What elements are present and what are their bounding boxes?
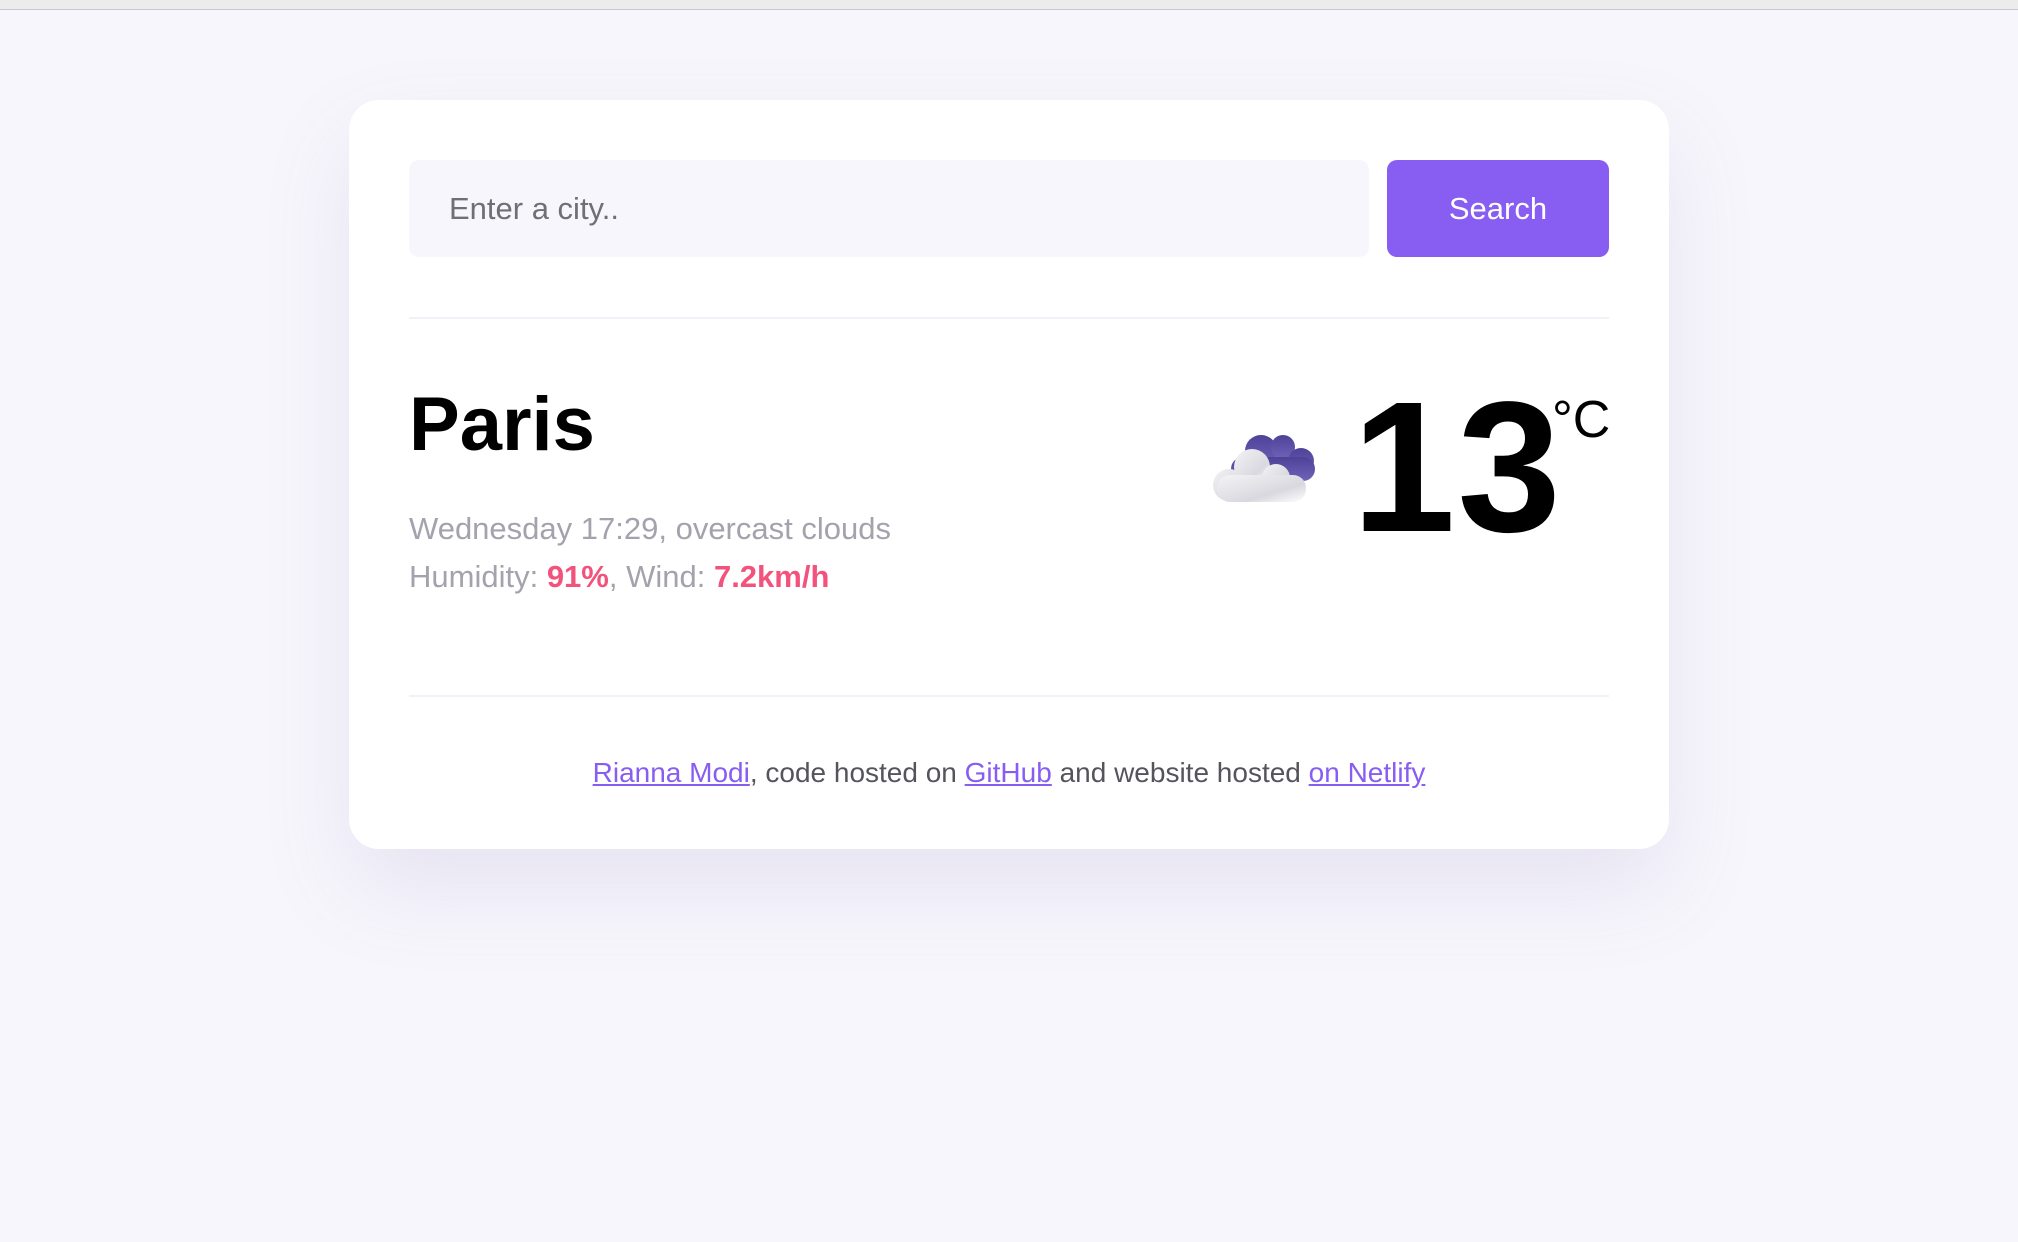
footer-website-text: and website hosted: [1051, 757, 1309, 788]
overcast-clouds-icon: [1213, 435, 1315, 502]
city-name: Paris: [409, 382, 595, 467]
weather-description: overcast clouds: [675, 511, 891, 546]
wind-label: Wind:: [626, 559, 714, 594]
temperature-unit[interactable]: °C: [1552, 390, 1610, 450]
weather-card: Search Paris Wednesday 17:29, overcast c…: [349, 100, 1669, 849]
city-search-input[interactable]: [409, 160, 1369, 257]
search-form: Search: [409, 160, 1609, 257]
search-button[interactable]: Search: [1387, 160, 1609, 257]
details-separator: ,: [658, 511, 676, 546]
humidity-label: Humidity:: [409, 559, 547, 594]
humidity-value: 91%: [546, 559, 609, 594]
wind-value: 7.2km/h: [713, 559, 830, 594]
netlify-link[interactable]: on Netlify: [1309, 757, 1426, 788]
details-separator: ,: [608, 559, 627, 594]
date-description-line: Wednesday 17:29, overcast clouds: [409, 505, 891, 553]
day-time: Wednesday 17:29: [409, 511, 659, 546]
github-link[interactable]: GitHub: [965, 757, 1052, 788]
temperature-value: 13: [1352, 364, 1563, 571]
divider-bottom: [409, 695, 1609, 697]
footer: Rianna Modi, code hosted on GitHub and w…: [409, 753, 1609, 793]
author-link[interactable]: Rianna Modi: [593, 757, 750, 788]
humidity-wind-line: Humidity: 91%, Wind: 7.2km/h: [409, 553, 891, 601]
weather-details: Wednesday 17:29, overcast clouds Humidit…: [409, 505, 891, 601]
footer-code-text: , code hosted on: [749, 757, 965, 788]
divider-top: [409, 317, 1609, 319]
browser-top-border: [0, 0, 2018, 10]
